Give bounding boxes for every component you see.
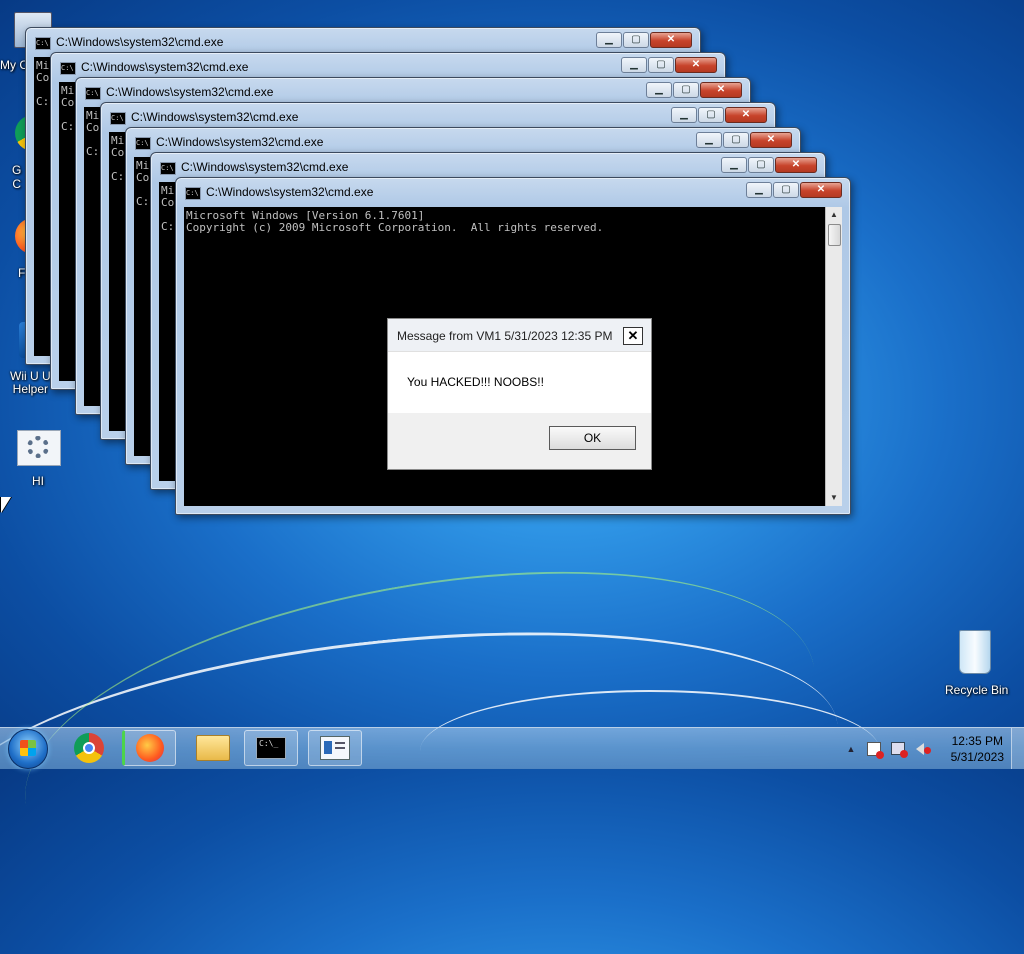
desktop-icon-label: G C (12, 163, 22, 191)
window-title: C:\Windows\system32\cmd.exe (106, 85, 274, 99)
window-title: C:\Windows\system32\cmd.exe (81, 60, 249, 74)
clock-date: 5/31/2023 (950, 750, 1004, 764)
vertical-scrollbar[interactable]: ▲ ▼ (825, 207, 842, 506)
close-button[interactable]: ✕ (650, 32, 692, 48)
console-line: Co (86, 121, 100, 134)
taskbar-file-explorer[interactable] (186, 730, 240, 766)
console-line: Copyright (c) 2009 Microsoft Corporation… (186, 221, 604, 234)
console-line: Co (36, 71, 50, 84)
minimize-button[interactable]: ▁ (721, 157, 747, 173)
cmd-icon: C:\ (110, 112, 126, 125)
console-line: Co (111, 146, 125, 159)
close-button[interactable]: ✕ (775, 157, 817, 173)
folder-icon (196, 735, 230, 761)
window-title: C:\Windows\system32\cmd.exe (56, 35, 224, 49)
console-line: Co (136, 171, 150, 184)
cmd-icon: C:\ (160, 162, 176, 175)
clock-time: 12:35 PM (951, 734, 1003, 748)
close-button[interactable]: ✕ (700, 82, 742, 98)
cmd-icon: C:\ (60, 62, 76, 75)
show-hidden-icons-button[interactable]: ▲ (843, 741, 859, 757)
mouse-cursor-icon (1, 497, 11, 513)
network-icon[interactable] (890, 741, 908, 758)
maximize-button[interactable]: ▢ (773, 182, 799, 198)
dialog-message: You HACKED!!! NOOBS!! (407, 375, 544, 389)
console-prompt: C: (61, 120, 75, 133)
taskbar-window-app[interactable] (308, 730, 362, 766)
recycle-bin-icon (959, 630, 991, 674)
taskbar-cmd[interactable]: C:\_ (244, 730, 298, 766)
dialog-title: Message from VM1 5/31/2023 12:35 PM (397, 329, 613, 343)
maximize-button[interactable]: ▢ (723, 132, 749, 148)
firefox-icon (136, 734, 164, 762)
maximize-button[interactable]: ▢ (648, 57, 674, 73)
console-prompt: C: (161, 220, 175, 233)
desktop-icon-hi[interactable]: HI (4, 430, 74, 488)
scroll-thumb[interactable] (828, 224, 841, 246)
close-button[interactable]: ✕ (675, 57, 717, 73)
minimize-button[interactable]: ▁ (746, 182, 772, 198)
system-clock[interactable]: 12:35 PM 5/31/2023 (951, 733, 1004, 765)
desktop-icon-label: HI (32, 474, 44, 488)
cmd-icon: C:\ (35, 37, 51, 50)
start-button[interactable] (8, 729, 48, 769)
maximize-button[interactable]: ▢ (698, 107, 724, 123)
window-title: C:\Windows\system32\cmd.exe (156, 135, 324, 149)
windows-logo-icon (20, 740, 36, 756)
dialog-button-bar: OK (388, 413, 651, 469)
console-prompt: C: (36, 95, 50, 108)
taskbar-chrome[interactable] (62, 730, 116, 766)
console-prompt: C: (136, 195, 150, 208)
chrome-icon (74, 733, 104, 763)
close-button[interactable]: ✕ (800, 182, 842, 198)
maximize-button[interactable]: ▢ (748, 157, 774, 173)
close-button[interactable]: ✕ (750, 132, 792, 148)
window-title: C:\Windows\system32\cmd.exe (181, 160, 349, 174)
scroll-down-icon[interactable]: ▼ (826, 490, 842, 506)
desktop-icon-label: Wii U U Helper (10, 369, 51, 396)
taskbar: C:\_ ▲ 12:35 PM 5/31/2023 (0, 727, 1024, 769)
minimize-button[interactable]: ▁ (646, 82, 672, 98)
window-titlebar[interactable]: C:\ C:\Windows\system32\cmd.exe ▁ ▢ ✕ (176, 178, 850, 206)
desktop-icon-label: My C (0, 58, 28, 72)
minimize-button[interactable]: ▁ (696, 132, 722, 148)
console-line: Co (61, 96, 75, 109)
cmd-icon: C:\ (135, 137, 151, 150)
show-desktop-button[interactable] (1011, 728, 1024, 769)
maximize-button[interactable]: ▢ (623, 32, 649, 48)
action-center-icon[interactable] (866, 741, 884, 759)
dialog-close-button[interactable]: ✕ (623, 327, 643, 345)
dialog-titlebar[interactable]: Message from VM1 5/31/2023 12:35 PM ✕ (388, 319, 651, 352)
window-title: C:\Windows\system32\cmd.exe (206, 185, 374, 199)
maximize-button[interactable]: ▢ (673, 82, 699, 98)
console-line: Co (161, 196, 175, 209)
desktop-icon-label: Recycle Bin (945, 683, 1009, 697)
console-prompt: C: (111, 170, 125, 183)
cmd-icon: C:\ (85, 87, 101, 100)
window-title: C:\Windows\system32\cmd.exe (131, 110, 299, 124)
volume-muted-icon[interactable] (914, 741, 931, 757)
scroll-up-icon[interactable]: ▲ (826, 207, 842, 223)
close-button[interactable]: ✕ (725, 107, 767, 123)
cmd-icon: C:\ (185, 187, 201, 200)
cmd-icon: C:\_ (256, 737, 286, 759)
minimize-button[interactable]: ▁ (621, 57, 647, 73)
console-prompt: C: (86, 145, 100, 158)
window-app-icon (320, 736, 350, 760)
message-dialog[interactable]: Message from VM1 5/31/2023 12:35 PM ✕ Yo… (387, 318, 652, 470)
desktop-icon-recycle-bin[interactable]: Recycle Bin (940, 630, 1010, 697)
minimize-button[interactable]: ▁ (671, 107, 697, 123)
ok-button[interactable]: OK (549, 426, 636, 450)
settings-gear-icon (17, 430, 61, 466)
minimize-button[interactable]: ▁ (596, 32, 622, 48)
taskbar-firefox[interactable] (122, 730, 176, 766)
